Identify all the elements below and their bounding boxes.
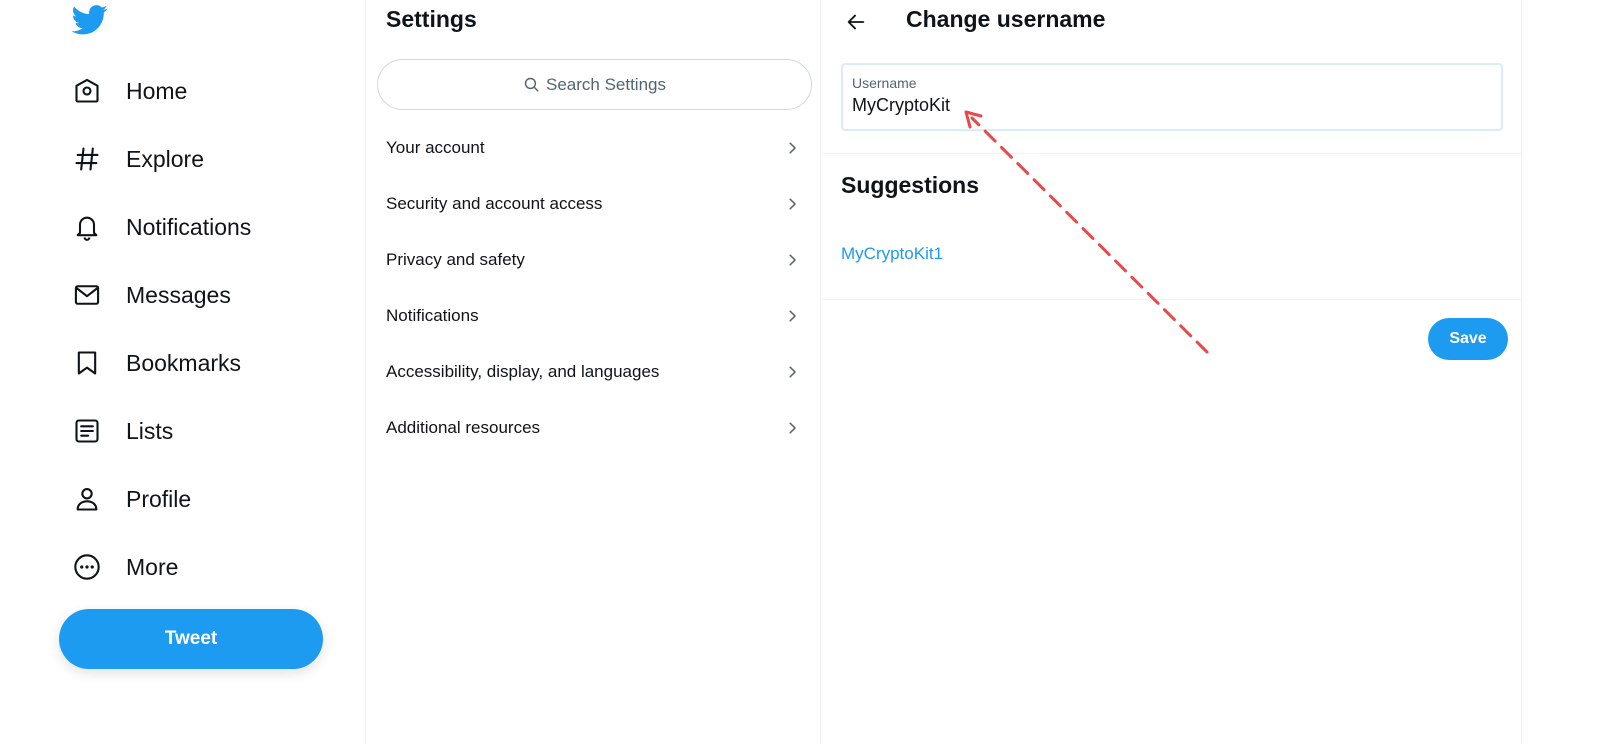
nav-item-notifications[interactable]: Notifications	[72, 207, 251, 247]
chevron-right-icon	[789, 310, 797, 322]
chevron-right-icon	[789, 142, 797, 154]
nav-item-home[interactable]: Home	[72, 71, 187, 111]
bell-icon	[72, 212, 102, 242]
divider	[822, 153, 1522, 154]
home-icon	[72, 76, 102, 106]
twitter-bird-logo-icon[interactable]	[71, 5, 108, 35]
bookmark-icon	[72, 348, 102, 378]
more-circle-icon	[72, 552, 102, 582]
nav-item-messages[interactable]: Messages	[72, 275, 231, 315]
chevron-right-icon	[789, 422, 797, 434]
page-title: Change username	[906, 6, 1106, 32]
settings-column: Settings Search Settings Your account Se…	[367, 0, 821, 744]
settings-item-label: Your account	[386, 138, 485, 157]
settings-search-input[interactable]: Search Settings	[377, 59, 812, 110]
nav-item-more[interactable]: More	[72, 547, 178, 587]
settings-item-label: Additional resources	[386, 418, 541, 437]
search-placeholder: Search Settings	[545, 74, 666, 94]
person-icon	[72, 484, 102, 514]
back-button[interactable]	[838, 4, 874, 40]
envelope-icon	[72, 280, 102, 310]
nav-item-profile[interactable]: Profile	[72, 479, 191, 519]
nav-label: More	[126, 553, 179, 580]
username-field[interactable]: Username	[841, 63, 1503, 131]
nav-item-explore[interactable]: Explore	[72, 139, 204, 179]
chevron-right-icon	[789, 254, 797, 266]
settings-item-security[interactable]: Security and account access	[367, 179, 821, 229]
nav-label: Profile	[126, 485, 192, 512]
username-input[interactable]	[852, 95, 1492, 116]
arrow-left-icon	[847, 14, 865, 30]
chevron-right-icon	[789, 198, 797, 210]
settings-item-label: Privacy and safety	[386, 250, 525, 269]
search-icon	[524, 77, 539, 92]
settings-title: Settings	[386, 6, 477, 32]
settings-item-accessibility[interactable]: Accessibility, display, and languages	[367, 347, 821, 397]
settings-item-privacy[interactable]: Privacy and safety	[367, 235, 821, 285]
divider	[822, 299, 1522, 300]
nav-label: Bookmarks	[126, 349, 242, 376]
suggestion-link[interactable]: MyCryptoKit1	[841, 244, 943, 264]
nav-label: Messages	[126, 281, 231, 308]
settings-item-label: Notifications	[386, 306, 479, 325]
nav-label: Lists	[126, 417, 174, 444]
username-field-label: Username	[852, 75, 917, 91]
settings-item-your-account[interactable]: Your account	[367, 123, 821, 173]
settings-item-additional-resources[interactable]: Additional resources	[367, 403, 821, 453]
change-username-panel: Change username Username Suggestions MyC…	[822, 0, 1522, 744]
settings-item-notifications[interactable]: Notifications	[367, 291, 821, 341]
chevron-right-icon	[789, 366, 797, 378]
hashtag-icon	[72, 144, 102, 174]
suggestions-title: Suggestions	[841, 172, 980, 198]
left-navigation: Home Explore Notifications Messages Book…	[0, 0, 366, 744]
nav-label: Home	[126, 77, 188, 104]
settings-item-label: Accessibility, display, and languages	[386, 362, 660, 381]
nav-label: Notifications	[126, 213, 252, 240]
list-icon	[72, 416, 102, 446]
save-button[interactable]: Save	[1428, 318, 1508, 360]
nav-item-bookmarks[interactable]: Bookmarks	[72, 343, 241, 383]
settings-item-label: Security and account access	[386, 194, 603, 213]
nav-item-lists[interactable]: Lists	[72, 411, 173, 451]
tweet-button[interactable]: Tweet	[59, 609, 323, 669]
nav-label: Explore	[126, 145, 204, 172]
